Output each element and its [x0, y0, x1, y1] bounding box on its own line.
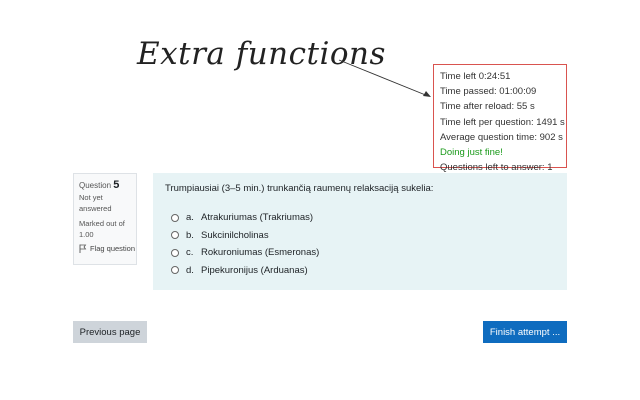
flag-question-label: Flag question: [90, 244, 136, 253]
extra-functions-annotation: Extra functions: [137, 36, 386, 72]
pace-status: Doing just fine!: [440, 147, 503, 159]
answer-radio[interactable]: [171, 213, 179, 222]
question-text: Trumpiausiai (3–5 min.) trunkančią raume…: [165, 183, 434, 194]
time-left-per-question: Time left per question: 1491 s: [440, 116, 565, 128]
flag-icon: [79, 244, 87, 253]
question-number: Question 5: [79, 179, 136, 192]
question-grade: Marked out of 1.00: [79, 219, 125, 239]
answer-radio[interactable]: [171, 231, 179, 240]
question-info-panel: Question 5 Not yet answered Marked out o…: [73, 173, 137, 265]
answer-label: Pipekuronijus (Arduanas): [201, 264, 308, 276]
time-after-reload: Time after reload: 55 s: [440, 101, 535, 113]
question-content: Trumpiausiai (3–5 min.) trunkančią raume…: [153, 173, 567, 290]
question-state: Not yet answered: [79, 193, 112, 213]
answer-option-b[interactable]: b. Sukcinilcholinas: [165, 227, 567, 245]
finish-attempt-button[interactable]: Finish attempt ...: [483, 321, 567, 343]
time-left: Time left 0:24:51: [440, 71, 511, 82]
question-label: Question: [79, 181, 112, 190]
question-number-value: 5: [113, 179, 120, 191]
answer-label: Rokuroniumas (Esmeronas): [201, 247, 320, 259]
answer-letter: b.: [186, 229, 194, 241]
answer-radio[interactable]: [171, 248, 179, 257]
average-question-time: Average question time: 902 s: [440, 131, 563, 143]
flag-question-button[interactable]: Flag question: [79, 244, 136, 253]
answer-list: a. Atrakuriumas (Trakriumas) b. Sukcinil…: [165, 209, 567, 279]
previous-page-button[interactable]: Previous page: [73, 321, 147, 343]
answer-letter: a.: [186, 212, 194, 224]
answer-option-c[interactable]: c. Rokuroniumas (Esmeronas): [165, 244, 567, 262]
answer-label: Sukcinilcholinas: [201, 229, 269, 241]
answer-label: Atrakuriumas (Trakriumas): [201, 212, 314, 224]
answer-option-d[interactable]: d. Pipekuronijus (Arduanas): [165, 262, 567, 280]
answer-letter: c.: [186, 247, 194, 259]
quiz-timer-panel: Time left 0:24:51 Time passed: 01:00:09 …: [433, 64, 567, 173]
answer-radio[interactable]: [171, 266, 179, 275]
answer-letter: d.: [186, 264, 194, 276]
time-passed: Time passed: 01:00:09: [440, 86, 537, 98]
answer-option-a[interactable]: a. Atrakuriumas (Trakriumas): [165, 209, 567, 227]
